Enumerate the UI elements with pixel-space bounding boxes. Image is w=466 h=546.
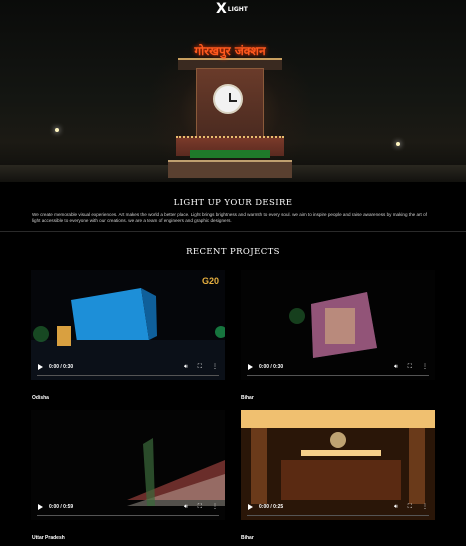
logo-text: LIGHT: [227, 5, 248, 13]
volume-icon[interactable]: 🔊︎: [394, 364, 398, 370]
fullscreen-icon[interactable]: ⛶: [408, 364, 412, 370]
hero-banner: गोरखपुर जंक्शन: [0, 0, 466, 182]
site-logo[interactable]: X LIGHT: [216, 1, 248, 17]
video-progress[interactable]: [247, 375, 429, 376]
about-title: LIGHT UP YOUR DESIRE: [173, 198, 293, 208]
clock-face: [213, 84, 243, 114]
play-icon[interactable]: [248, 504, 253, 510]
volume-icon[interactable]: 🔊︎: [184, 364, 188, 370]
tower-green-light: [190, 150, 270, 158]
more-options-icon[interactable]: ⋮: [212, 504, 218, 510]
more-options-icon[interactable]: ⋮: [212, 364, 218, 370]
project-video-2[interactable]: 0:00 / 0:30 🔊︎ ⛶ ⋮: [241, 270, 435, 380]
project-label: Bihar: [241, 395, 254, 401]
project-label: Bihar: [241, 535, 254, 541]
g20-badge: G20: [201, 276, 219, 286]
volume-icon[interactable]: 🔊︎: [394, 504, 398, 510]
video-time: 0:00 / 0:59: [49, 504, 74, 510]
video-progress[interactable]: [247, 515, 429, 516]
fullscreen-icon[interactable]: ⛶: [198, 364, 202, 370]
fullscreen-icon[interactable]: ⛶: [408, 504, 412, 510]
projects-title: RECENT PROJECTS: [186, 247, 280, 257]
project-video-4[interactable]: 0:00 / 0:25 🔊︎ ⛶ ⋮: [241, 410, 435, 520]
tower-foot: [168, 160, 292, 178]
about-text: We create memorable visual experiences. …: [32, 212, 427, 223]
fullscreen-icon[interactable]: ⛶: [198, 504, 202, 510]
station-sign: गोरखपुर जंक्शन: [194, 44, 266, 58]
logo-mark: X: [216, 1, 227, 17]
section-divider: [0, 231, 466, 232]
volume-icon[interactable]: 🔊︎: [184, 504, 188, 510]
project-video-1[interactable]: G20 0:00 / 0:30 🔊︎ ⛶ ⋮: [31, 270, 225, 380]
video-progress[interactable]: [37, 515, 219, 516]
more-options-icon[interactable]: ⋮: [422, 504, 428, 510]
video-progress[interactable]: [37, 375, 219, 376]
play-icon[interactable]: [248, 364, 253, 370]
video-time: 0:00 / 0:30: [259, 364, 284, 370]
play-icon[interactable]: [38, 364, 43, 370]
video-time: 0:00 / 0:25: [259, 504, 284, 510]
street-lamp: [55, 128, 59, 132]
video-time: 0:00 / 0:30: [49, 364, 74, 370]
project-label: Uttar Pradesh: [32, 535, 65, 541]
video-controls: 0:00 / 0:59 🔊︎ ⛶ ⋮: [35, 500, 221, 514]
play-icon[interactable]: [38, 504, 43, 510]
video-controls: 0:00 / 0:30 🔊︎ ⛶ ⋮: [35, 360, 221, 374]
project-video-3[interactable]: 0:00 / 0:59 🔊︎ ⛶ ⋮: [31, 410, 225, 520]
project-label: Odisha: [32, 395, 49, 401]
video-controls: 0:00 / 0:25 🔊︎ ⛶ ⋮: [245, 500, 431, 514]
more-options-icon[interactable]: ⋮: [422, 364, 428, 370]
street-lamp: [396, 142, 400, 146]
video-controls: 0:00 / 0:30 🔊︎ ⛶ ⋮: [245, 360, 431, 374]
